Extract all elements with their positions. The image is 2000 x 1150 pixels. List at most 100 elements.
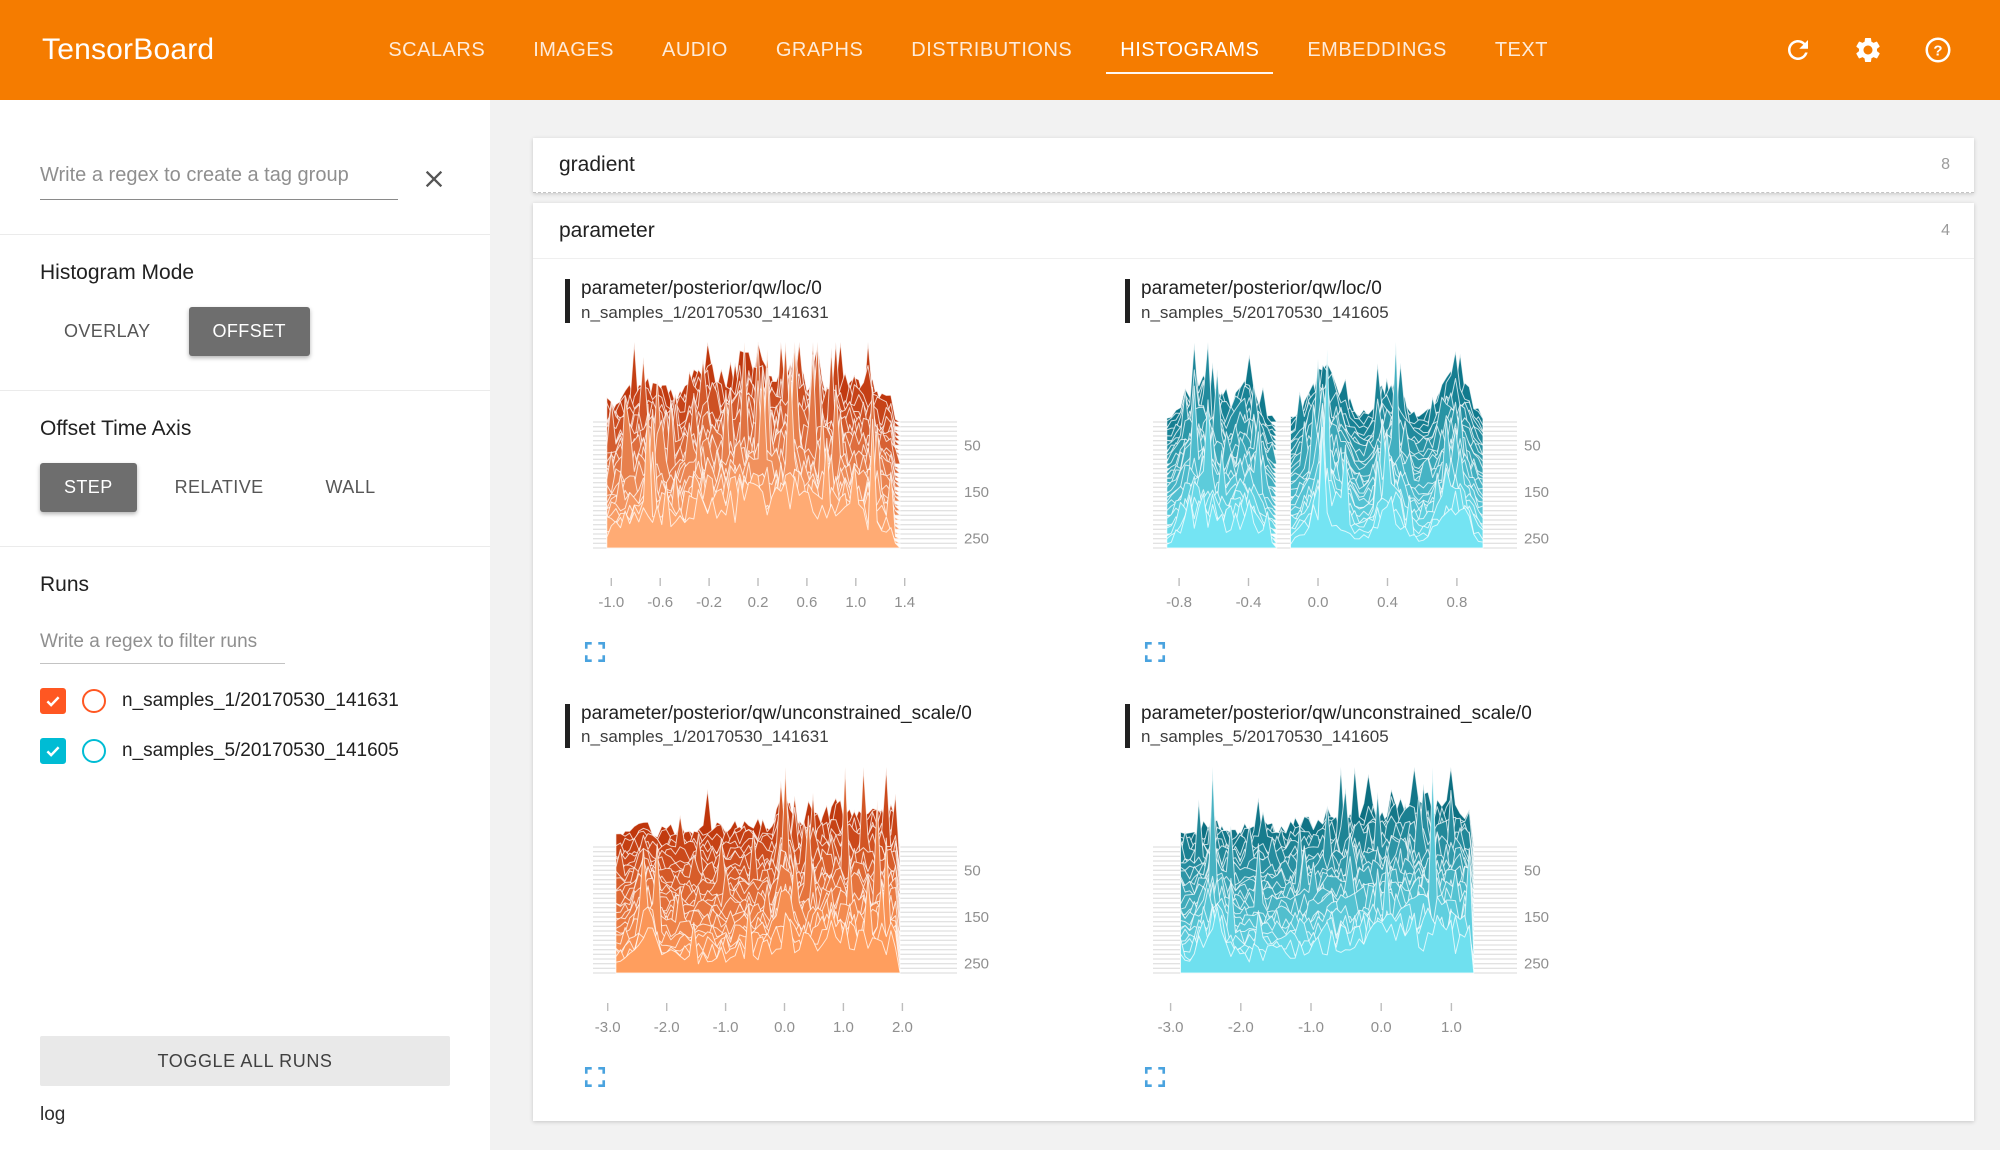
spacer <box>40 764 450 1036</box>
divider <box>0 546 490 547</box>
histogram-title: parameter/posterior/qw/unconstrained_sca… <box>565 702 1125 749</box>
help-button[interactable]: ? <box>1922 34 1954 66</box>
expand-chart-button[interactable] <box>1141 638 1169 666</box>
settings-button[interactable] <box>1852 34 1884 66</box>
tag-group-title: gradient <box>559 153 1941 177</box>
svg-text:1.0: 1.0 <box>845 594 866 611</box>
histogram-title: parameter/posterior/qw/unconstrained_sca… <box>1125 702 1685 749</box>
svg-text:-1.0: -1.0 <box>598 594 624 611</box>
tab-histograms[interactable]: HISTOGRAMS <box>1096 0 1283 100</box>
histogram-tile: parameter/posterior/qw/loc/0 n_samples_5… <box>1125 277 1685 666</box>
tab-audio[interactable]: AUDIO <box>638 0 752 100</box>
fullscreen-icon <box>583 1065 607 1089</box>
tab-images[interactable]: IMAGES <box>509 0 638 100</box>
expand-chart-button[interactable] <box>1141 1063 1169 1091</box>
histogram-tile: parameter/posterior/qw/unconstrained_sca… <box>1125 702 1685 1091</box>
svg-text:-1.0: -1.0 <box>713 1019 739 1036</box>
histogram-chart[interactable]: 50150250-3.0-2.0-1.00.01.0 <box>1125 751 1595 1061</box>
body-row: Histogram Mode OVERLAY OFFSET Offset Tim… <box>0 100 2000 1150</box>
histogram-svg: 50150250-3.0-2.0-1.00.01.02.0 <box>565 751 1035 1061</box>
step-axis-labels: 50150250 <box>964 437 989 547</box>
tag-group-parameter-header[interactable]: parameter 4 <box>533 203 1974 259</box>
histogram-run: n_samples_5/20170530_141605 <box>1141 726 1532 748</box>
check-icon <box>44 742 62 760</box>
x-axis: -3.0-2.0-1.00.01.02.0 <box>595 1003 913 1036</box>
wall-axis-button[interactable]: WALL <box>302 463 400 512</box>
svg-text:50: 50 <box>964 437 981 454</box>
nav-tabs: SCALARS IMAGES AUDIO GRAPHS DISTRIBUTION… <box>364 0 1572 100</box>
step-axis-button[interactable]: STEP <box>40 463 137 512</box>
clear-regex-button[interactable] <box>418 163 450 195</box>
svg-text:50: 50 <box>964 862 981 879</box>
expand-chart-button[interactable] <box>581 638 609 666</box>
tab-embeddings[interactable]: EMBEDDINGS <box>1283 0 1470 100</box>
run-radio[interactable] <box>82 689 106 713</box>
tab-distributions[interactable]: DISTRIBUTIONS <box>887 0 1096 100</box>
check-icon <box>44 692 62 710</box>
divider <box>0 390 490 391</box>
tag-marker-bar <box>565 704 570 748</box>
tab-graphs[interactable]: GRAPHS <box>752 0 887 100</box>
header-actions: ? <box>1782 34 2000 66</box>
refresh-button[interactable] <box>1782 34 1814 66</box>
histogram-layers <box>607 342 900 548</box>
relative-axis-button[interactable]: RELATIVE <box>151 463 288 512</box>
refresh-icon <box>1783 35 1813 65</box>
tag-group-title: parameter <box>559 219 1941 243</box>
histogram-svg: 50150250 -1.0-0.6-0.20.20.61.01.4 <box>565 326 1035 636</box>
tag-group-gradient-header[interactable]: gradient 8 <box>533 138 1974 192</box>
run-checkbox[interactable] <box>40 738 66 764</box>
offset-time-axis-label: Offset Time Axis <box>40 417 450 441</box>
histogram-layers <box>1167 342 1483 548</box>
histogram-tile: parameter/posterior/qw/unconstrained_sca… <box>565 702 1125 1091</box>
tag-marker-bar <box>1125 704 1130 748</box>
tag-group-parameter: parameter 4 parameter/posterior/qw/loc/0… <box>533 203 1974 1121</box>
svg-text:-3.0: -3.0 <box>595 1019 621 1036</box>
offset-mode-button[interactable]: OFFSET <box>189 307 310 356</box>
svg-text:250: 250 <box>1524 530 1549 547</box>
tab-scalars[interactable]: SCALARS <box>364 0 509 100</box>
run-item: n_samples_5/20170530_141605 <box>40 738 450 764</box>
toggle-all-runs-button[interactable]: TOGGLE ALL RUNS <box>40 1036 450 1086</box>
svg-text:-0.4: -0.4 <box>1236 594 1262 611</box>
svg-text:-2.0: -2.0 <box>1228 1019 1254 1036</box>
x-axis: -0.8-0.40.00.40.8 <box>1166 578 1467 611</box>
histogram-svg: 50150250-3.0-2.0-1.00.01.0 <box>1125 751 1595 1061</box>
histogram-layers <box>616 767 900 973</box>
svg-text:150: 150 <box>1524 484 1549 501</box>
sidebar: Histogram Mode OVERLAY OFFSET Offset Tim… <box>0 100 490 1150</box>
histogram-chart[interactable]: 50150250 -1.0-0.6-0.20.20.61.01.4 <box>565 326 1035 636</box>
x-axis: -1.0-0.6-0.20.20.61.01.4 <box>598 578 915 611</box>
svg-text:0.0: 0.0 <box>774 1019 795 1036</box>
histogram-tile: parameter/posterior/qw/loc/0 n_samples_1… <box>565 277 1125 666</box>
runs-label: Runs <box>40 573 450 597</box>
svg-text:150: 150 <box>964 909 989 926</box>
run-regex-input[interactable] <box>40 625 285 664</box>
svg-text:-2.0: -2.0 <box>654 1019 680 1036</box>
log-directory-label: log <box>40 1104 450 1126</box>
run-item: n_samples_1/20170530_141631 <box>40 688 450 714</box>
tag-group-regex-input[interactable] <box>40 158 398 200</box>
histogram-chart[interactable]: 50150250-0.8-0.40.00.40.8 <box>1125 326 1595 636</box>
run-checkbox[interactable] <box>40 688 66 714</box>
run-radio[interactable] <box>82 739 106 763</box>
run-name: n_samples_1/20170530_141631 <box>122 690 399 712</box>
expand-chart-button[interactable] <box>581 1063 609 1091</box>
step-axis-labels: 50150250 <box>1524 437 1549 547</box>
svg-text:0.4: 0.4 <box>1377 594 1398 611</box>
tab-text[interactable]: TEXT <box>1471 0 1572 100</box>
app-title: TensorBoard <box>0 33 214 67</box>
gear-icon <box>1853 35 1883 65</box>
svg-text:150: 150 <box>1524 909 1549 926</box>
svg-text:0.0: 0.0 <box>1308 594 1329 611</box>
histogram-tag: parameter/posterior/qw/unconstrained_sca… <box>581 702 972 727</box>
tag-marker-bar <box>1125 279 1130 323</box>
overlay-mode-button[interactable]: OVERLAY <box>40 307 175 356</box>
histogram-title: parameter/posterior/qw/loc/0 n_samples_1… <box>565 277 1125 324</box>
histogram-chart[interactable]: 50150250-3.0-2.0-1.00.01.02.0 <box>565 751 1035 1061</box>
step-axis-labels: 50150250 <box>1524 862 1549 972</box>
tag-filter-row <box>40 158 450 200</box>
histogram-layers <box>1181 767 1474 973</box>
tag-group-count: 4 <box>1941 222 1950 240</box>
histogram-run: n_samples_1/20170530_141631 <box>581 726 972 748</box>
